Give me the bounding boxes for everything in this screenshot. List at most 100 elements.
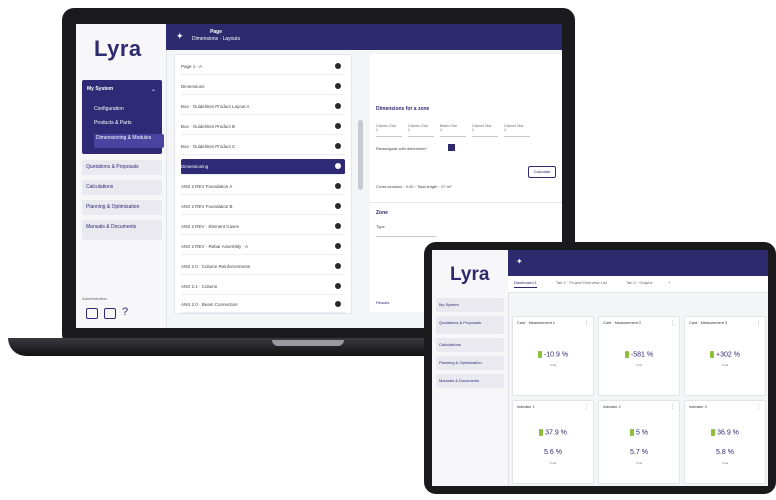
tree-row[interactable]: Box · Guidelines Product C (181, 139, 345, 155)
tablet-sidebar-item[interactable]: Manuals & Documents (436, 374, 504, 388)
menu-dot-icon[interactable] (335, 63, 341, 69)
card-value: 36.9 % (685, 429, 765, 436)
sidebar-item-configuration[interactable]: Configuration (94, 106, 170, 118)
tablet-sidebar-item[interactable]: Planning & Optimization (436, 356, 504, 370)
menu-dot-icon[interactable] (335, 83, 341, 89)
tab-dashboard[interactable]: Dashboard 1 (514, 280, 537, 288)
card-menu-icon[interactable]: ⋮ (756, 404, 761, 410)
sidebar-item-products[interactable]: Products & Parts (94, 120, 170, 132)
sidebar-item-dimensioning[interactable]: Dimensioning & Modules (94, 134, 164, 148)
menu-dot-icon[interactable] (335, 223, 341, 229)
menu-dot-icon[interactable] (335, 263, 341, 269)
checkbox-label: Rectangular with dimension? (376, 146, 428, 151)
card-menu-icon[interactable]: ⋮ (670, 320, 675, 326)
field-column-dist[interactable]: Column Dist. 1 (472, 124, 498, 137)
app-icon: ✦ (176, 31, 184, 41)
dashboard-card[interactable]: Card · Measurement 3 ⋮ +302 % Total (684, 316, 766, 396)
tablet-sidebar-item[interactable]: My System (436, 298, 504, 312)
card-value-text: +302 % (716, 351, 740, 359)
field-column-dist-2[interactable]: Column Dist. 4 (504, 124, 530, 137)
dashboard-card[interactable]: Card · Measurement 2 ⋮ -581 % Total (598, 316, 680, 396)
card-value-text: 37.9 % (545, 429, 567, 437)
footer-label: Administration (82, 296, 108, 301)
tree-row-label: Box · Guidelines Product B (181, 124, 236, 129)
dashboard-card[interactable]: Indicator 1 ⋮ 37.9 % 5.6 % Total (512, 400, 594, 484)
tablet-sidebar-item[interactable]: Calculations (436, 338, 504, 352)
sidebar-item-manuals[interactable]: Manuals & Documents (82, 220, 162, 240)
card-caption: Total (549, 461, 557, 465)
tree-row-label: ANS 2 REV · Element Cases (181, 224, 240, 229)
card-title: Indicator 1 (517, 405, 535, 409)
dashboard-card[interactable]: Card · Measurement 1 ⋮ -10.9 % Total (512, 316, 594, 396)
tree-row[interactable]: Dimensions (181, 79, 345, 95)
sidebar-item-planning[interactable]: Planning & Optimization (82, 200, 162, 215)
sidebar-item-label: Calculations (86, 184, 114, 190)
tab-graphs[interactable]: Tab 3 · Graphs (626, 280, 652, 285)
card-value-secondary: 5.7 % (630, 449, 648, 456)
sidebar-item-calculations[interactable]: Calculations (82, 180, 162, 195)
card-menu-icon[interactable]: ⋮ (670, 404, 675, 410)
tree-row-label: Dimensioning (181, 164, 209, 169)
mail-icon[interactable] (86, 308, 98, 319)
indicator-icon (711, 429, 716, 436)
tree-row-label: Dimensions (181, 84, 205, 89)
tablet-sidebar-item[interactable]: Quotations & Proposals (436, 316, 504, 334)
tab-project-overview[interactable]: Tab 2 · Project Overview List (556, 280, 607, 285)
indicator-icon (710, 351, 715, 358)
structure-tree: Page 1 - A Dimensions Box · Guidelines P… (174, 54, 352, 314)
calculate-button[interactable]: Calculate (528, 166, 556, 178)
card-title: Card · Measurement 2 (603, 321, 641, 325)
card-value-text: 36.9 % (717, 429, 739, 437)
page-title: Page Dimensions · Layouts (192, 29, 240, 43)
tree-row[interactable]: ANS 2 REV Foundation B (181, 199, 345, 215)
menu-dot-icon[interactable] (335, 203, 341, 209)
card-menu-icon[interactable]: ⋮ (756, 320, 761, 326)
field-beam-grid[interactable]: Beam Grid 4 (440, 124, 466, 137)
app-icon: ✦ (516, 257, 523, 266)
menu-dot-icon[interactable] (335, 143, 341, 149)
tree-scrollbar[interactable] (358, 120, 363, 190)
result-text: Cross sections · 0.00 · Total length · 2… (376, 184, 452, 189)
tablet-sidebar: Lyra My System Quotations & Proposals Ca… (432, 250, 509, 486)
sidebar-group-my-system[interactable]: My System ⌄ Configuration Products & Par… (82, 80, 164, 154)
field-column-grid[interactable]: Column Grid 1 (376, 124, 402, 137)
menu-dot-icon[interactable] (335, 163, 341, 169)
field-value: 1 (472, 128, 474, 132)
menu-dot-icon[interactable] (335, 183, 341, 189)
menu-dot-icon[interactable] (335, 123, 341, 129)
help-icon[interactable]: ? (122, 306, 128, 318)
results-label: Results (376, 300, 390, 305)
menu-dot-icon[interactable] (335, 103, 341, 109)
tree-row[interactable]: ANS 2 REV · Rebar Assembly · A (181, 239, 345, 255)
dimension-checkbox[interactable] (448, 144, 455, 151)
tree-row[interactable]: Box · Guidelines Product B (181, 119, 345, 135)
tree-row[interactable]: ANS 2 REV · Element Cases (181, 219, 345, 235)
card-menu-icon[interactable]: ⋮ (584, 320, 589, 326)
tree-row[interactable]: ANS 2.0 · Column Reinforcements (181, 259, 345, 275)
card-value-text: 5 % (635, 429, 649, 437)
calendar-icon[interactable] (104, 308, 116, 319)
tree-row[interactable]: ANS 2.0 · Beam Connection (181, 297, 345, 313)
field-value: 1 (376, 128, 378, 132)
tree-row[interactable]: Page 1 - A (181, 59, 345, 75)
sidebar-item-quotations[interactable]: Quotations & Proposals (82, 160, 162, 175)
tree-row[interactable]: ANS 2 REV Foundation A (181, 179, 345, 195)
card-caption: Total (721, 461, 729, 465)
tree-row[interactable]: Box · Guidelines Product Layout A (181, 99, 345, 115)
field-column-grid-2[interactable]: Column Grid 1 (408, 124, 434, 137)
tree-row[interactable]: ANS 2.1 · Column (181, 279, 345, 295)
dashboard-card[interactable]: Indicator 2 ⋮ 5 % 5.7 % Total (598, 400, 680, 484)
logo: Lyra (94, 36, 142, 61)
menu-dot-icon[interactable] (335, 283, 341, 289)
card-caption: Total (635, 461, 643, 465)
dashboard-card[interactable]: Indicator 3 ⋮ 36.9 % 5.8 % Total (684, 400, 766, 484)
tree-row-selected[interactable]: Dimensioning (181, 159, 345, 175)
sidebar-item-label: Quotations & Proposals (86, 164, 139, 170)
add-tab-button[interactable]: + (668, 280, 670, 285)
menu-dot-icon[interactable] (335, 243, 341, 249)
menu-dot-icon[interactable] (335, 301, 341, 307)
zone-type-select[interactable]: Type (376, 224, 436, 237)
card-menu-icon[interactable]: ⋮ (584, 404, 589, 410)
tree-row-label: ANS 2 REV · Rebar Assembly · A (181, 244, 249, 249)
card-title: Card · Measurement 3 (689, 321, 727, 325)
